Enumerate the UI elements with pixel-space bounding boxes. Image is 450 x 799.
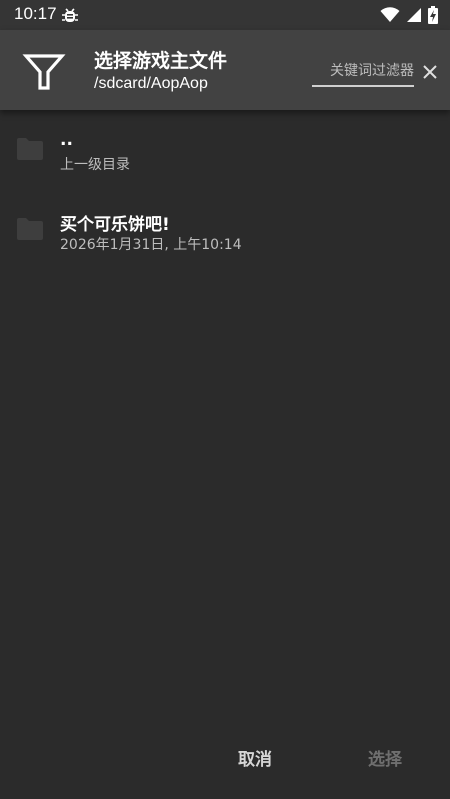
folder-icon bbox=[17, 218, 43, 240]
signal-icon bbox=[407, 8, 421, 22]
file-list: .. 上一级目录 买个可乐饼吧! 2026年1月31日, 上午10:14 bbox=[0, 110, 450, 270]
page-title: 选择游戏主文件 bbox=[94, 50, 228, 72]
list-item-name: .. bbox=[60, 130, 73, 150]
cancel-button[interactable]: 取消 bbox=[226, 735, 284, 785]
dialog-actions: 取消 选择 bbox=[0, 735, 450, 785]
clear-filter-button[interactable] bbox=[418, 60, 442, 84]
status-icons bbox=[380, 6, 438, 24]
close-icon bbox=[423, 65, 437, 79]
list-item-detail: 2026年1月31日, 上午10:14 bbox=[60, 237, 242, 253]
bug-icon bbox=[62, 8, 78, 22]
app-bar: 选择游戏主文件 /sdcard/AopAop bbox=[0, 30, 450, 110]
keyword-filter-input[interactable] bbox=[312, 59, 414, 87]
list-item-detail: 上一级目录 bbox=[60, 157, 130, 173]
status-bar: 10:17 bbox=[0, 0, 450, 30]
status-time: 10:17 bbox=[14, 4, 57, 23]
list-item-name: 买个可乐饼吧! bbox=[60, 215, 170, 235]
folder-icon bbox=[17, 138, 43, 160]
list-item-folder[interactable]: 买个可乐饼吧! 2026年1月31日, 上午10:14 bbox=[0, 190, 450, 270]
battery-charging-icon bbox=[428, 6, 438, 24]
filter-funnel-icon bbox=[22, 54, 66, 90]
screen: 10:17 选择游戏主文件 /sdcard/AopAop 关键词过滤器 .. 上… bbox=[0, 0, 450, 799]
list-item-parent-directory[interactable]: .. 上一级目录 bbox=[0, 110, 450, 190]
select-button[interactable]: 选择 bbox=[356, 735, 414, 785]
current-path: /sdcard/AopAop bbox=[94, 75, 208, 92]
wifi-icon bbox=[380, 7, 400, 22]
